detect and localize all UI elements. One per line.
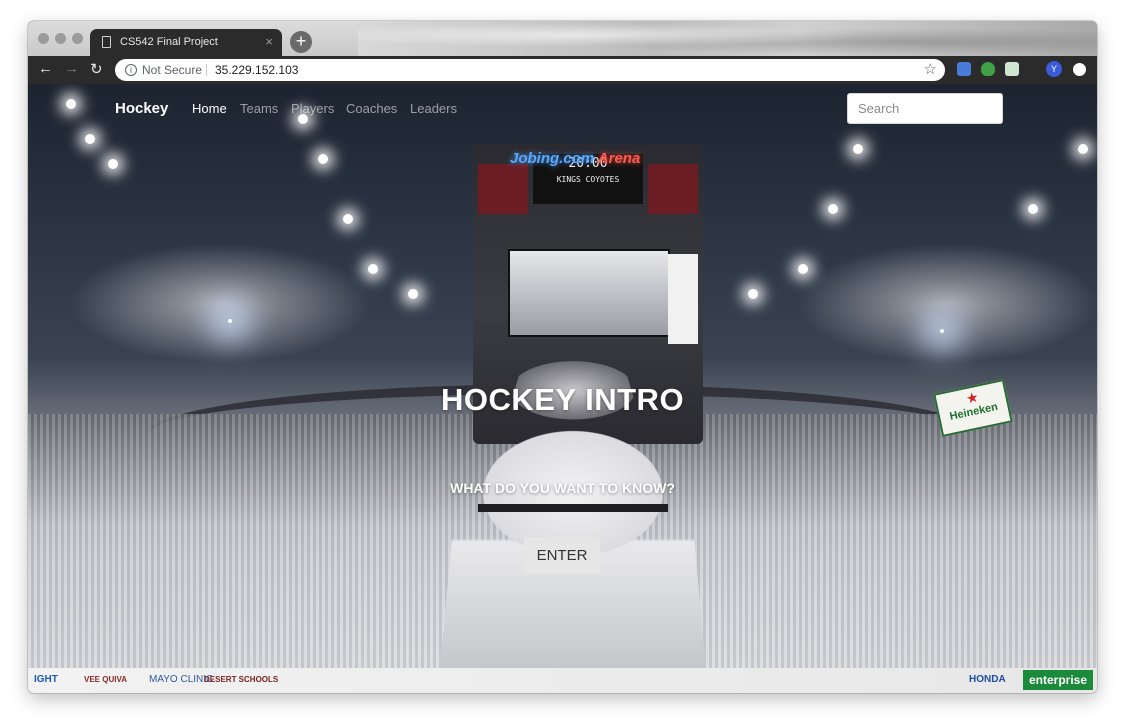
scoreboard-banner [668, 254, 698, 344]
url-text[interactable]: 35.229.152.103 [215, 63, 298, 77]
scoreboard-team-names: KINGS COYOTES [556, 175, 620, 184]
jumbotron-screen [508, 249, 670, 337]
translate-extension-icon[interactable] [957, 62, 971, 76]
goalie-jersey-stripe [478, 504, 668, 512]
board-ad: DESERT SCHOOLS [204, 675, 279, 684]
search-input[interactable] [847, 93, 1003, 124]
board-ad: IGHT [34, 674, 58, 685]
address-separator [206, 64, 207, 76]
bookmark-star-icon[interactable]: ☆ [924, 60, 937, 78]
arena-light [1028, 204, 1038, 214]
board-ad: VEE QUIVA [84, 675, 127, 684]
evernote-extension-icon[interactable] [981, 62, 995, 76]
nav-link-coaches[interactable]: Coaches [346, 101, 397, 116]
tab-active[interactable]: CS542 Final Project × [90, 29, 282, 56]
scoreboard-panel [648, 164, 698, 214]
arena-sign-suffix: Arena [597, 150, 641, 167]
tab-strip-background [358, 21, 1097, 56]
navbar-brand[interactable]: Hockey [115, 100, 168, 117]
tab-strip: CS542 Final Project × + [28, 21, 1097, 56]
address-bar[interactable]: i Not Secure 35.229.152.103 ☆ [115, 59, 945, 81]
scoreboard-panel [478, 164, 528, 214]
arena-light [368, 264, 378, 274]
extension-icon[interactable] [1005, 62, 1019, 76]
arena-light [798, 264, 808, 274]
light-flare [228, 319, 232, 323]
arena-sign-name: Jobing.com [510, 150, 595, 167]
arena-light [108, 159, 118, 169]
close-window-button[interactable] [38, 33, 49, 44]
light-flare [940, 329, 944, 333]
nav-link-leaders[interactable]: Leaders [410, 101, 457, 116]
arena-light [408, 289, 418, 299]
board-ad: HONDA [969, 674, 1006, 685]
board-ad: enterprise [1023, 670, 1094, 690]
tab-title: CS542 Final Project [120, 36, 218, 48]
profile-avatar[interactable]: Y [1046, 61, 1062, 77]
hero-title: HOCKEY INTRO [440, 382, 685, 417]
close-tab-icon[interactable]: × [265, 34, 273, 49]
arena-light [318, 154, 328, 164]
browser-window: CS542 Final Project × + ← → ↻ i Not Secu… [28, 21, 1097, 693]
nav-link-players[interactable]: Players [291, 101, 334, 116]
arena-light [828, 204, 838, 214]
hero-subtitle: WHAT DO YOU WANT TO KNOW? [450, 480, 675, 496]
arena-light [85, 134, 95, 144]
arena-light [853, 144, 863, 154]
nav-link-teams[interactable]: Teams [240, 101, 278, 116]
menu-icon[interactable] [1073, 63, 1086, 76]
arena-light [66, 99, 76, 109]
page-icon [102, 36, 111, 48]
arena-light [343, 214, 353, 224]
enter-button[interactable]: ENTER [524, 537, 600, 574]
security-label[interactable]: Not Secure [142, 63, 202, 77]
page-content: 20:00 KINGS COYOTES Jobing.com Arena ★ H… [28, 84, 1097, 693]
new-tab-button[interactable]: + [290, 31, 312, 53]
arena-sign: Jobing.com Arena [510, 150, 640, 167]
back-icon[interactable]: ← [38, 60, 53, 77]
arena-light [1078, 144, 1088, 154]
arena-light [748, 289, 758, 299]
nav-link-home[interactable]: Home [192, 101, 227, 116]
forward-icon[interactable]: → [64, 60, 79, 77]
minimize-window-button[interactable] [55, 33, 66, 44]
browser-toolbar: ← → ↻ i Not Secure 35.229.152.103 ☆ Y [28, 56, 1097, 84]
reload-icon[interactable]: ↻ [90, 60, 103, 78]
info-icon[interactable]: i [125, 64, 137, 76]
maximize-window-button[interactable] [72, 33, 83, 44]
